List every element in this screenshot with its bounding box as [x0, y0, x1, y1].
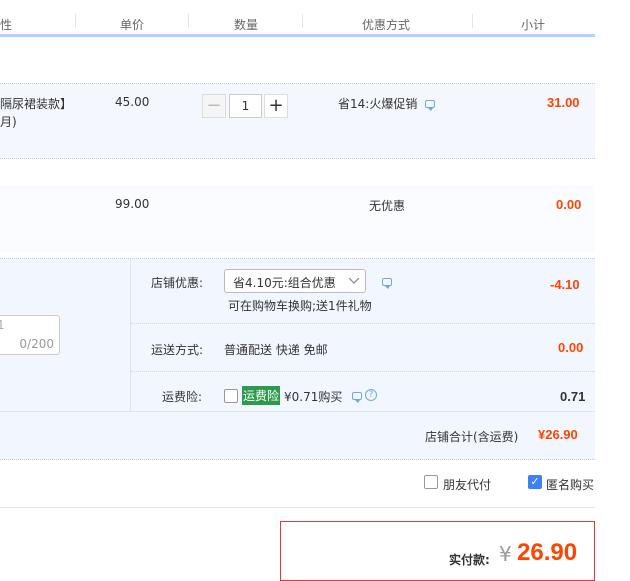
chevron-down-icon — [349, 278, 359, 284]
item-subtotal: 31.00 — [547, 95, 580, 110]
item-price: 45.00 — [115, 95, 150, 109]
promo-select[interactable]: 省4.10元:组合优惠 — [224, 269, 366, 293]
row-divider — [131, 323, 595, 325]
message-icon[interactable] — [352, 392, 362, 403]
payment-amount: 26.90 — [517, 539, 578, 566]
message-icon[interactable] — [425, 100, 435, 111]
col-subtotal-header: 小计 — [521, 18, 546, 32]
decrease-qty-button[interactable]: − — [202, 94, 226, 118]
shipping-value: 普通配送 快递 免邮 — [224, 343, 328, 357]
payment-label: 实付款: — [449, 553, 490, 567]
item-price: 99.00 — [115, 197, 150, 211]
payment-currency: ¥ — [499, 542, 512, 566]
header-divider — [302, 14, 303, 28]
message-icon[interactable] — [382, 278, 392, 289]
section-divider — [130, 259, 131, 411]
anonymous-checkbox[interactable]: ✓ — [528, 475, 542, 489]
friend-pay-label[interactable]: 朋友代付 — [443, 476, 491, 493]
payment-summary: 实付款: ¥ 26.90 — [280, 521, 595, 581]
insurance-amount: 0.71 — [560, 389, 586, 404]
increase-qty-button[interactable]: + — [264, 94, 288, 118]
promo-select-value: 省4.10元:组合优惠 — [233, 276, 336, 290]
total-divider — [0, 411, 595, 412]
insurance-checkbox[interactable] — [224, 389, 238, 403]
shipping-amount: 0.00 — [558, 340, 584, 355]
item-title[interactable]: 隔尿裙装款】 — [0, 95, 72, 112]
remark-textarea[interactable]: 1 0/200 — [0, 315, 60, 355]
insurance-price: ¥0.71购买 — [284, 390, 343, 404]
header-divider — [472, 14, 473, 28]
row-divider — [131, 371, 595, 373]
item-discount: 省14:火爆促销 — [338, 97, 418, 111]
item-subtotal: 0.00 — [556, 197, 582, 212]
shop-promo-label: 店铺优惠: — [151, 276, 204, 290]
shipping-label: 运送方式: — [151, 343, 204, 357]
shop-total-amount: ¥26.90 — [538, 427, 578, 442]
insurance-tag: 运费险 — [242, 386, 281, 405]
shop-total-label: 店铺合计(含运费) — [425, 430, 519, 444]
header-divider — [75, 14, 76, 28]
shop-summary: 1 0/200 店铺优惠: 省4.10元:组合优惠 可在购物车换购;送1件礼物 … — [0, 258, 595, 460]
promo-note: 可在购物车换购;送1件礼物 — [228, 299, 372, 313]
section-divider — [0, 507, 595, 508]
col-price-header: 单价 — [120, 18, 145, 32]
header-divider — [188, 14, 189, 28]
help-icon[interactable]: ? — [365, 389, 377, 401]
col-qty-header: 数量 — [234, 18, 259, 32]
promo-amount: -4.10 — [550, 277, 580, 292]
col-attr-header: 性 — [0, 18, 13, 32]
cart-item-row: 99.00 无优惠 0.00 — [0, 185, 595, 253]
quantity-input[interactable]: 1 — [229, 94, 262, 118]
anonymous-label[interactable]: 匿名购买 — [546, 476, 594, 493]
item-title-continued: 月) — [0, 115, 17, 129]
cart-item-row: 隔尿裙装款】 月) 45.00 − 1 + 省14:火爆促销 31.00 — [0, 83, 595, 159]
remark-counter: 0/200 — [19, 337, 54, 351]
remark-placeholder: 1 — [0, 318, 5, 332]
friend-pay-checkbox[interactable] — [424, 475, 438, 489]
item-discount: 无优惠 — [369, 199, 406, 213]
table-header: 性 单价 数量 优惠方式 小计 — [0, 0, 595, 37]
insurance-label: 运费险: — [162, 390, 203, 404]
col-discount-header: 优惠方式 — [362, 18, 411, 32]
